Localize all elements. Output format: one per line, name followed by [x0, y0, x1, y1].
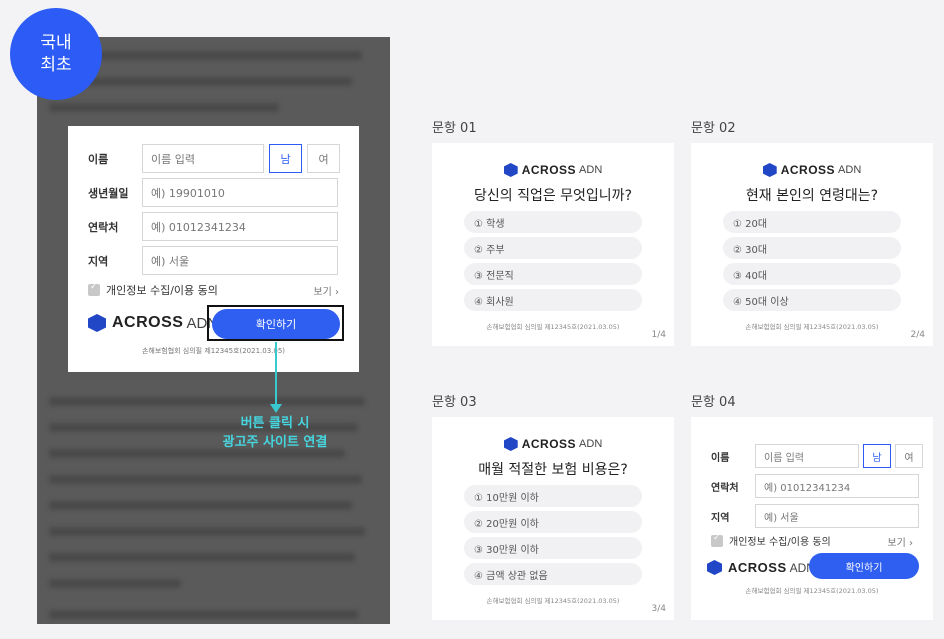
q1-option-3[interactable]: ③ 전문직	[464, 263, 642, 285]
q2-title: 문항 02	[691, 121, 736, 136]
q2-option-2[interactable]: ② 30대	[723, 237, 901, 259]
q2-brand: ACROSS ADN	[691, 163, 933, 177]
brand-main: ACROSS	[780, 163, 836, 177]
privacy-view-link[interactable]: 보기 ›	[313, 283, 339, 298]
agree-row: 개인정보 수집/이용 동의	[88, 282, 339, 298]
phone-input[interactable]: 예) 01012341234	[142, 212, 338, 241]
region-row: 지역 예) 서울	[88, 246, 338, 275]
button-highlight-box	[207, 305, 344, 341]
q2-option-3[interactable]: ③ 40대	[723, 263, 901, 285]
q2-note: 손해보험협회 심의필 제12345호(2021.03.05)	[745, 323, 879, 331]
brand-sub: ADN	[838, 164, 862, 176]
approval-note: 손해보험협회 심의필 제12345호(2021.03.05)	[141, 347, 286, 355]
q3-question: 매월 적절한 보험 비용은?	[478, 462, 628, 478]
birth-input[interactable]: 예) 19901010	[142, 178, 338, 207]
q1-option-2[interactable]: ② 주부	[464, 237, 642, 259]
callout-arrow-icon	[270, 404, 282, 413]
first-in-korea-badge: 국내 최초	[10, 8, 102, 100]
q3-option-1[interactable]: ① 10만원 이하	[464, 485, 642, 507]
q4-region-label: 지역	[711, 512, 730, 524]
q1-page: 1/4	[651, 330, 666, 340]
agree-checkbox[interactable]	[88, 282, 100, 296]
q2-page: 2/4	[910, 330, 925, 340]
q4-confirm-button[interactable]: 확인하기	[809, 553, 919, 579]
across-logo-icon	[503, 163, 518, 177]
q4-gender-female-button[interactable]: 여	[895, 444, 923, 468]
q4-title: 문항 04	[691, 395, 736, 410]
q3-option-2[interactable]: ② 20만원 이하	[464, 511, 642, 533]
q4-gender-male-button[interactable]: 남	[863, 444, 891, 468]
q4-agree-row: 개인정보 수집/이용 동의	[711, 533, 831, 548]
across-logo-icon	[503, 437, 518, 451]
callout-text: 버튼 클릭 시 광고주 사이트 연결	[222, 416, 328, 450]
agree-label: 개인정보 수집/이용 동의	[106, 284, 218, 297]
across-logo-icon	[88, 314, 106, 332]
q4-name-row: 이름 이름 입력 남 여	[711, 444, 923, 468]
region-label: 지역	[88, 254, 109, 268]
q4-agree-label: 개인정보 수집/이용 동의	[729, 537, 831, 548]
phone-label: 연락처	[88, 220, 119, 234]
q3-option-3[interactable]: ③ 30만원 이하	[464, 537, 642, 559]
q4-name-label: 이름	[711, 452, 730, 464]
q1-brand: ACROSS ADN	[432, 163, 674, 177]
q1-question: 당신의 직업은 무엇입니까?	[473, 188, 632, 204]
q4-region-input[interactable]: 예) 서울	[755, 504, 919, 528]
brand-main: ACROSS	[112, 314, 184, 331]
q1-option-4[interactable]: ④ 회사원	[464, 289, 642, 311]
q1-note: 손해보험협회 심의필 제12345호(2021.03.05)	[486, 323, 620, 331]
q3-note: 손해보험협회 심의필 제12345호(2021.03.05)	[486, 597, 620, 605]
q4-phone-label: 연락처	[711, 482, 739, 494]
q2-question: 현재 본인의 연령대는?	[745, 188, 879, 204]
q2-card: ACROSS ADN 현재 본인의 연령대는? ① 20대 ② 30대 ③ 40…	[691, 143, 933, 346]
phone-row: 연락처 예) 01012341234	[88, 212, 338, 241]
callout-arrow-line	[275, 342, 277, 406]
q4-phone-input[interactable]: 예) 01012341234	[755, 474, 919, 498]
brand-sub: ADN	[579, 164, 603, 176]
birth-label: 생년월일	[88, 186, 129, 200]
name-row: 이름 이름 입력 남 여	[88, 144, 340, 173]
q4-brand-logo: ACROSS ADN	[707, 560, 815, 575]
brand-sub: ADN	[579, 438, 603, 450]
region-input[interactable]: 예) 서울	[142, 246, 338, 275]
q2-option-1[interactable]: ① 20대	[723, 211, 901, 233]
q3-card: ACROSS ADN 매월 적절한 보험 비용은? ① 10만원 이하 ② 20…	[432, 417, 674, 620]
q4-privacy-view-link[interactable]: 보기 ›	[887, 534, 913, 549]
name-label: 이름	[88, 152, 109, 166]
q4-phone-row: 연락처 예) 01012341234	[711, 474, 919, 498]
q1-option-1[interactable]: ① 학생	[464, 211, 642, 233]
q3-page: 3/4	[651, 604, 666, 614]
q3-title: 문항 03	[432, 395, 477, 410]
q4-region-row: 지역 예) 서울	[711, 504, 919, 528]
brand-logo: ACROSS ADN	[88, 314, 218, 332]
q3-brand: ACROSS ADN	[432, 437, 674, 451]
birth-row: 생년월일 예) 19901010	[88, 178, 338, 207]
q3-option-4[interactable]: ④ 금액 상관 없음	[464, 563, 642, 585]
brand-main: ACROSS	[521, 163, 577, 177]
q2-option-4[interactable]: ④ 50대 이상	[723, 289, 901, 311]
name-input[interactable]: 이름 입력	[142, 144, 264, 173]
q4-note: 손해보험협회 심의필 제12345호(2021.03.05)	[745, 587, 879, 595]
q1-title: 문항 01	[432, 121, 477, 136]
gender-male-button[interactable]: 남	[269, 144, 302, 173]
brand-main: ACROSS	[521, 437, 577, 451]
q4-card: 이름 이름 입력 남 여 연락처 예) 01012341234 지역 예) 서울…	[691, 417, 933, 620]
brand-main: ACROSS	[728, 560, 787, 575]
gender-female-button[interactable]: 여	[307, 144, 340, 173]
q4-name-input[interactable]: 이름 입력	[755, 444, 859, 468]
q4-agree-checkbox[interactable]	[711, 533, 723, 547]
across-logo-icon	[762, 163, 777, 177]
across-logo-icon	[707, 560, 722, 575]
q1-card: ACROSS ADN 당신의 직업은 무엇입니까? ① 학생 ② 주부 ③ 전문…	[432, 143, 674, 346]
